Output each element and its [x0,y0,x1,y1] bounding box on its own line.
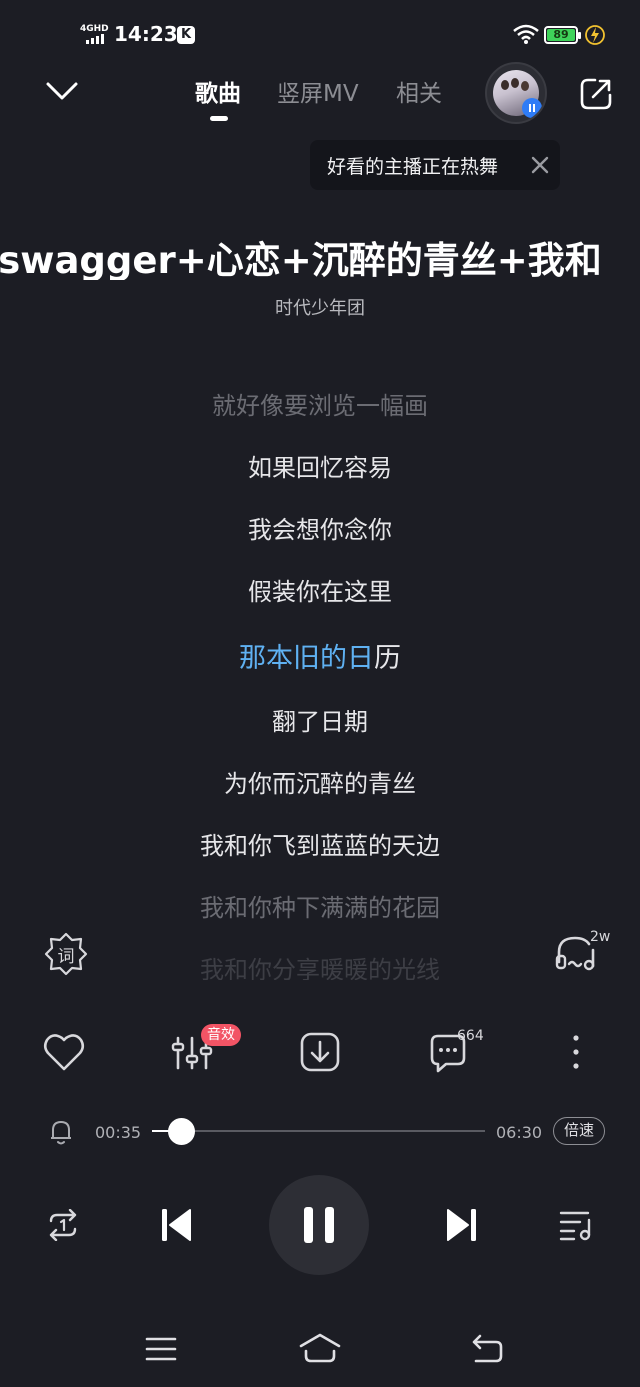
home-icon[interactable] [298,1332,342,1364]
lyric-line: 我会想你念你 [248,516,392,544]
lyric-line: 为你而沉醉的青丝 [224,770,416,798]
lyric-line: 翻了日期 [272,708,368,736]
lyric-mode-label: 词 [57,947,75,967]
listen-together-button[interactable]: 2w [555,929,610,972]
seek-thumb[interactable] [168,1118,196,1145]
playlist-icon[interactable] [558,1207,596,1243]
lyrics-panel[interactable]: 就好像要浏览一幅画 如果回忆容易 我会想你念你 假装你在这里 那本旧的日历 翻了… [0,380,640,980]
total-time: 06:30 [496,1123,543,1142]
lyric-line: 就好像要浏览一幅画 [212,392,428,420]
current-lyric-unsung: 历 [374,643,401,674]
lyric-line: 假装你在这里 [248,578,392,606]
battery-level: 89 [547,29,575,41]
current-lyric-sung: 那本旧的日 [239,643,374,674]
collapse-chevron-icon[interactable] [42,76,82,106]
comment-count: 664 [457,1028,484,1044]
lyric-line: 我和你种下满满的花园 [200,894,440,922]
download-icon[interactable] [298,1028,342,1076]
battery-icon: 89 [544,26,581,44]
playback-controls [0,1175,640,1275]
seek-bar[interactable] [152,1130,485,1132]
clock: 14:23 [114,22,178,46]
favorite-heart-icon[interactable] [42,1028,86,1076]
listener-count: 2w [590,929,611,945]
live-promo-tooltip[interactable]: 好看的主播正在热舞 [310,140,560,190]
close-icon[interactable] [530,155,550,175]
lyric-mode-button[interactable]: 词 [44,932,88,976]
status-bar: 4GHD 14:23 K 89 [0,18,640,54]
sleep-timer-bell-icon[interactable] [48,1118,74,1146]
current-lyric-line: 那本旧的日历 [0,636,640,675]
app-notification-icon: K [177,26,195,44]
song-title-text: swagger+心恋+沉醉的青丝+我和 [0,239,602,280]
menu-icon[interactable] [145,1336,177,1362]
repeat-one-icon[interactable] [45,1209,81,1241]
wifi-icon [513,24,539,44]
charging-icon [585,25,605,45]
live-stream-avatar[interactable] [485,62,547,124]
pause-icon [304,1207,334,1243]
more-options-icon[interactable] [554,1028,598,1076]
lyric-line: 我和你飞到蓝蓝的天边 [200,832,440,860]
tooltip-text: 好看的主播正在热舞 [327,156,499,178]
system-nav-bar [0,1328,640,1368]
share-icon[interactable] [578,76,614,112]
play-pause-button[interactable] [269,1175,369,1275]
previous-track-icon[interactable] [158,1207,194,1243]
active-tab-indicator [210,116,228,121]
signal-icon [86,34,104,44]
tab-song[interactable]: 歌曲 [195,74,241,108]
lyric-line: 我和你分享暖暖的光线 [200,956,440,980]
next-track-icon[interactable] [444,1207,480,1243]
tab-vertical-mv[interactable]: 竖屏MV [277,74,359,108]
current-time: 00:35 [95,1123,142,1142]
live-indicator-icon [522,98,542,118]
music-player-screen: 4GHD 14:23 K 89 歌曲 竖屏MV 相关 好看的主播正在热舞 swa… [0,0,640,1387]
player-header: 歌曲 竖屏MV 相关 [0,60,640,130]
sound-effects-badge: 音效 [201,1024,241,1046]
back-icon[interactable] [470,1334,504,1364]
network-type: 4GHD [80,24,109,34]
song-title: swagger+心恋+沉醉的青丝+我和 [0,230,640,280]
song-actions: 音效 664 [0,1024,640,1078]
artist-name[interactable]: 时代少年团 [0,294,640,320]
playback-speed-button[interactable]: 倍速 [553,1117,605,1145]
progress-row: 00:35 06:30 倍速 [0,1112,640,1152]
lyric-line: 如果回忆容易 [248,454,392,482]
tab-related[interactable]: 相关 [396,74,442,108]
